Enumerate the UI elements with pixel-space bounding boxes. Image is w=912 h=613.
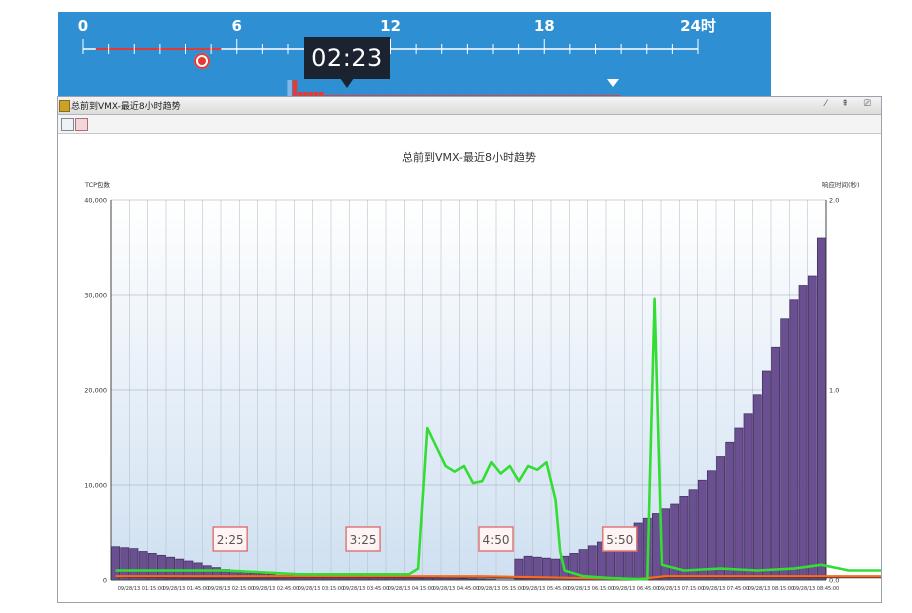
y-tick-label: 0 <box>103 577 107 585</box>
chart-window: 总前到VMX-最近8小时趋势 ⁄ ⇞ ⎚ 总前到VMX-最近8小时趋势 TCP包数… <box>57 96 882 603</box>
timeline-tick-label: 0 <box>78 17 88 35</box>
x-tick-label: 09/28/13 02:45:00 <box>253 586 300 592</box>
annotation-text: 2:25 <box>217 533 244 547</box>
bar-tcp-packets <box>816 237 826 581</box>
annotation-label: 2:25 <box>212 526 248 552</box>
timeline-bar[interactable]: 0 6 12 18 24时 02:23 <box>58 12 771 100</box>
bar-tcp-packets <box>111 546 121 581</box>
y2-tick-label: 1.0 <box>829 387 839 395</box>
export-icon[interactable] <box>61 118 74 131</box>
annotation-text: 4:50 <box>483 533 510 547</box>
x-tick-label: 09/28/13 07:15:00 <box>658 586 705 592</box>
x-tick-label: 09/28/13 08:45:00 <box>793 586 840 592</box>
x-tick-label: 09/28/13 03:45:00 <box>343 586 390 592</box>
trend-chart: 总前到VMX-最近8小时趋势 TCP包数 响应时间(秒) 0 10,000 20,000 3… <box>84 150 881 592</box>
annotation-text: 3:25 <box>350 533 377 547</box>
bar-tcp-packets <box>734 427 744 581</box>
bar-tcp-packets <box>651 513 661 581</box>
timeline-playhead[interactable] <box>194 53 210 69</box>
annotation-text: 5:50 <box>606 533 633 547</box>
x-tick-label: 09/28/13 06:45:00 <box>613 586 660 592</box>
window-title: 总前到VMX-最近8小时趋势 <box>71 102 181 112</box>
x-tick-label: 09/28/13 06:15:00 <box>568 586 615 592</box>
bar-tcp-packets <box>807 275 817 581</box>
timeline-tick-label: 24时 <box>680 17 716 35</box>
bar-tcp-packets <box>706 470 716 581</box>
bar-tcp-packets <box>771 346 781 581</box>
bar-tcp-packets <box>661 508 671 581</box>
annotation-label: 5:50 <box>602 526 638 552</box>
bar-tcp-packets <box>798 285 808 581</box>
annotation-label: 4:50 <box>478 526 514 552</box>
bar-tcp-packets <box>688 489 698 581</box>
y-tick-label: 20,000 <box>84 387 107 395</box>
timeline-marker-icon <box>607 79 619 87</box>
y-axis-label: TCP包数 <box>84 180 111 189</box>
window-app-icon <box>59 100 70 112</box>
x-tick-label: 09/28/13 05:15:00 <box>478 586 525 592</box>
bar-tcp-packets <box>697 479 707 581</box>
x-tick-label: 09/28/13 03:15:00 <box>298 586 345 592</box>
timeline-tick-label: 12 <box>380 17 401 35</box>
timeline-tick-label: 6 <box>232 17 242 35</box>
bar-tcp-packets <box>569 553 579 581</box>
x-tick-label: 09/28/13 08:15:00 <box>748 586 795 592</box>
bar-tcp-packets <box>725 441 735 581</box>
timeline-ruler[interactable]: 0 6 12 18 24时 <box>58 12 771 100</box>
chart-title: 总前到VMX-最近8小时趋势 <box>402 150 536 164</box>
bar-tcp-packets <box>761 370 771 581</box>
x-tick-label: 09/28/13 04:45:00 <box>433 586 480 592</box>
bar-tcp-packets <box>716 456 726 581</box>
window-toolbar <box>58 115 881 134</box>
x-tick-label: 09/28/13 01:45:00 <box>163 586 210 592</box>
window-controls[interactable]: ⁄ ⇞ ⎚ <box>825 99 877 109</box>
x-tick-label: 09/28/13 07:45:00 <box>703 586 750 592</box>
print-icon[interactable] <box>75 118 88 131</box>
window-titlebar: 总前到VMX-最近8小时趋势 ⁄ ⇞ ⎚ <box>58 97 881 115</box>
current-time-callout: 02:23 <box>304 37 390 79</box>
x-tick-label: 09/28/13 04:15:00 <box>388 586 435 592</box>
y-tick-label: 40,000 <box>84 197 107 205</box>
bar-tcp-packets <box>743 413 753 581</box>
y2-tick-label: 2.0 <box>829 197 839 205</box>
bar-tcp-packets <box>752 394 762 581</box>
y-tick-label: 10,000 <box>84 482 107 490</box>
bar-tcp-packets <box>789 299 799 581</box>
x-tick-label: 09/28/13 01:15:00 <box>118 586 165 592</box>
x-tick-label: 09/28/13 05:45:00 <box>523 586 570 592</box>
y-tick-label: 30,000 <box>84 292 107 300</box>
callout-pointer-icon <box>340 78 354 88</box>
bar-tcp-packets <box>780 318 790 581</box>
timeline-tick-label: 18 <box>534 17 555 35</box>
bar-tcp-packets <box>679 496 689 581</box>
y2-axis-label: 响应时间(秒) <box>822 180 860 189</box>
annotation-label: 3:25 <box>345 526 381 552</box>
x-tick-label: 09/28/13 02:15:00 <box>208 586 255 592</box>
bar-tcp-packets <box>587 545 597 581</box>
